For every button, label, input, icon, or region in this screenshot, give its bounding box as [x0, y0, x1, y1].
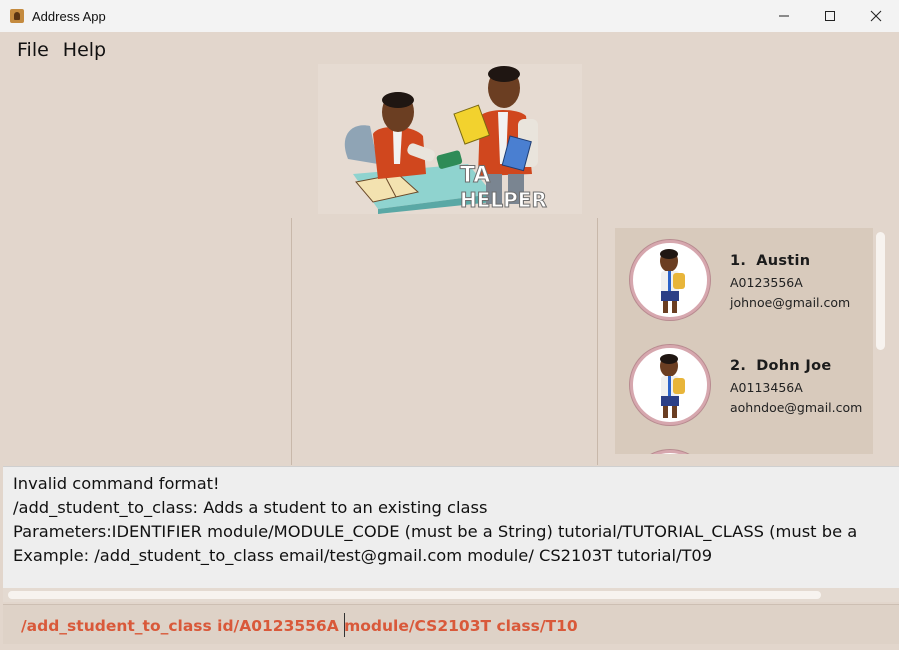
result-line: /add_student_to_class: Adds a student to…: [13, 498, 488, 517]
menu-help[interactable]: Help: [56, 39, 113, 61]
person-list-scrollbar[interactable]: [876, 232, 885, 350]
result-line: Invalid command format!: [13, 474, 220, 493]
person-student-id: A0113456A: [730, 380, 803, 395]
avatar: [630, 450, 710, 454]
person-card[interactable]: 1. Austin A0123556A johnoe@gmail.com: [615, 228, 873, 328]
logo-text-ta: TA: [460, 163, 490, 188]
person-name-text: Dohn Joe: [756, 358, 832, 374]
maximize-button[interactable]: [807, 0, 853, 32]
result-display: Invalid command format! /add_student_to_…: [3, 466, 899, 588]
minimize-icon: [779, 15, 789, 17]
person-index: 2.: [730, 358, 747, 374]
title-bar: Address App: [0, 0, 899, 32]
person-student-id: A0123556A: [730, 275, 803, 290]
menu-file[interactable]: File: [10, 39, 56, 61]
panel-divider-right: [597, 218, 598, 465]
close-icon: [870, 10, 882, 22]
menu-bar: File Help: [0, 32, 899, 68]
person-card-partial[interactable]: [615, 438, 873, 454]
avatar: [630, 240, 710, 320]
app-icon: [10, 9, 24, 23]
left-panel: [0, 218, 291, 465]
result-line: Example: /add_student_to_class email/tes…: [13, 546, 713, 565]
result-scrollbar[interactable]: [8, 591, 821, 599]
avatar: [630, 345, 710, 425]
text-caret: [344, 613, 345, 637]
ta-helper-logo: TA HELPER: [318, 64, 582, 214]
person-email: johnoe@gmail.com: [730, 295, 851, 310]
command-box: [3, 604, 899, 644]
close-button[interactable]: [853, 0, 899, 32]
person-name: 2. Dohn Joe: [730, 358, 832, 374]
maximize-icon: [825, 11, 835, 21]
result-line: Parameters:IDENTIFIER module/MODULE_CODE…: [13, 522, 858, 541]
window-title: Address App: [32, 8, 106, 24]
window-controls: [761, 0, 899, 32]
person-list[interactable]: 1. Austin A0123556A johnoe@gmail.com 2. Do…: [615, 228, 873, 454]
command-input[interactable]: [21, 614, 881, 638]
person-email: aohndoe@gmail.com: [730, 400, 863, 415]
logo-text-helper: HELPER: [460, 188, 547, 212]
person-name-text: Austin: [756, 253, 811, 269]
middle-panel: [292, 218, 597, 465]
person-index: 1.: [730, 253, 747, 269]
person-name: 1. Austin: [730, 253, 810, 269]
minimize-button[interactable]: [761, 0, 807, 32]
logo-illustration: TA HELPER: [344, 66, 547, 214]
person-card[interactable]: 2. Dohn Joe A0113456A aohndoe@gmail.com: [615, 333, 873, 433]
